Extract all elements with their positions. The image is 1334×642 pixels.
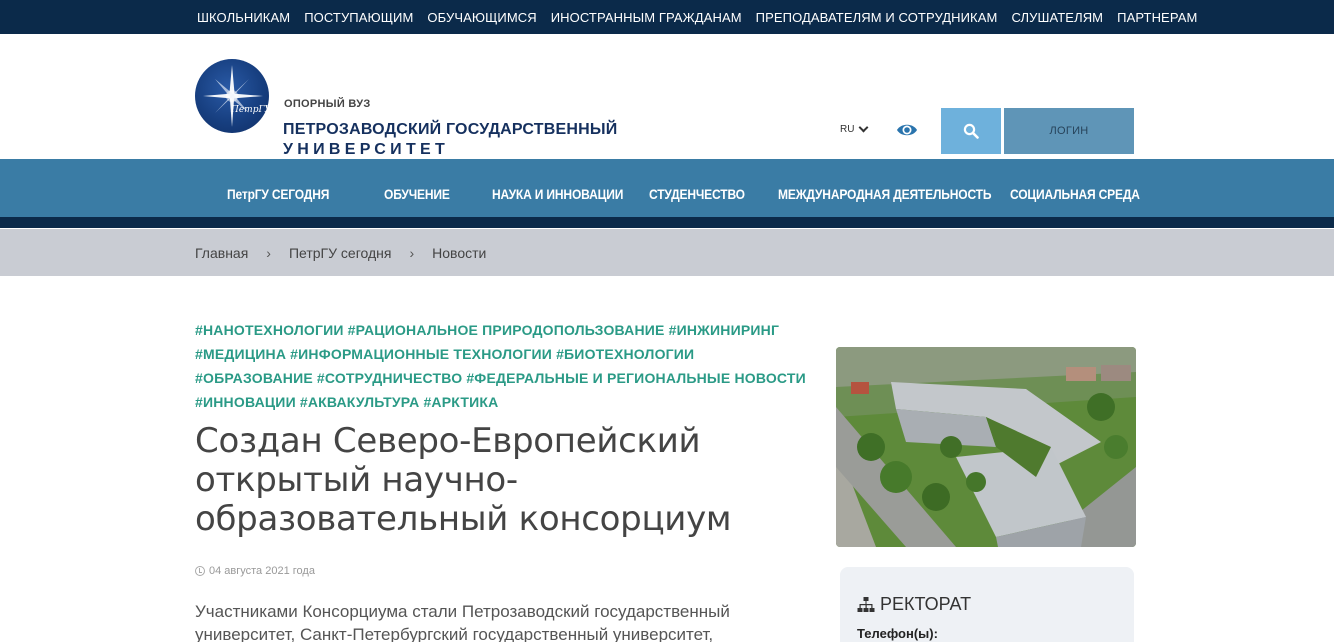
nav-item-social[interactable]: СОЦИАЛЬНАЯ СРЕДА <box>1010 159 1140 217</box>
sitemap-icon <box>857 596 875 612</box>
chevron-down-icon <box>859 122 869 133</box>
breadcrumb-petrsu-today[interactable]: ПетрГУ сегодня <box>289 245 392 261</box>
search-button[interactable] <box>941 108 1001 154</box>
rectorate-phone-label: Телефон(ы): <box>857 626 938 641</box>
university-name[interactable]: ПЕТРОЗАВОДСКИЙ ГОСУДАРСТВЕННЫЙ УНИВЕРСИТ… <box>283 120 617 160</box>
search-icon <box>963 123 979 139</box>
language-selector[interactable]: RU <box>840 122 869 135</box>
breadcrumb: Главная › ПетрГУ сегодня › Новости <box>0 229 1334 276</box>
nav-item-education[interactable]: ОБУЧЕНИЕ <box>384 159 450 217</box>
article-tags: #НАНОТЕХНОЛОГИИ #РАЦИОНАЛЬНОЕ ПРИРОДОПОЛЬ… <box>195 318 815 414</box>
tag-link[interactable]: #НАНОТЕХНОЛОГИИ <box>195 322 344 338</box>
nav-item-students[interactable]: СТУДЕНЧЕСТВО <box>649 159 745 217</box>
logo-caption: ОПОРНЫЙ ВУЗ <box>284 98 371 110</box>
breadcrumb-separator: › <box>266 244 271 261</box>
article-date: 04 августа 2021 года <box>195 565 315 577</box>
rectorate-card: РЕКТОРАТ Телефон(ы): <box>840 567 1134 642</box>
tag-link[interactable]: #РАЦИОНАЛЬНОЕ ПРИРОДОПОЛЬЗОВАНИЕ <box>348 322 665 338</box>
logo-emblem-text: ПетрГУ <box>230 105 269 115</box>
tag-link[interactable]: #АРКТИКА <box>423 394 498 410</box>
language-label: RU <box>840 124 855 135</box>
audience-link-staff[interactable]: ПРЕПОДАВАТЕЛЯМ И СОТРУДНИКАМ <box>756 10 998 25</box>
university-name-line1: ПЕТРОЗАВОДСКИЙ ГОСУДАРСТВЕННЫЙ <box>283 121 618 138</box>
tag-link[interactable]: #ИНЖИНИРИНГ <box>669 322 780 338</box>
audience-bar: ШКОЛЬНИКАМ ПОСТУПАЮЩИМ ОБУЧАЮЩИМСЯ ИНОСТ… <box>0 0 1334 34</box>
nav-item-science[interactable]: НАУКА И ИННОВАЦИИ <box>492 159 623 217</box>
tag-link[interactable]: #АКВАКУЛЬТУРА <box>300 394 420 410</box>
tag-link[interactable]: #ИННОВАЦИИ <box>195 394 296 410</box>
audience-link-foreigners[interactable]: ИНОСТРАННЫМ ГРАЖДАНАМ <box>551 10 742 25</box>
article-title: Создан Северо-Европейский открытый научн… <box>195 421 732 539</box>
audience-link-listeners[interactable]: СЛУШАТЕЛЯМ <box>1011 10 1103 25</box>
university-logo-emblem[interactable]: ПетрГУ <box>195 59 269 133</box>
rectorate-heading: РЕКТОРАТ <box>857 594 971 615</box>
clock-icon <box>195 566 205 576</box>
eye-icon[interactable] <box>896 120 918 140</box>
main-navigation: ПетрГУ СЕГОДНЯ ОБУЧЕНИЕ НАУКА И ИННОВАЦИ… <box>0 159 1334 217</box>
audience-link-partners[interactable]: ПАРТНЕРАМ <box>1117 10 1197 25</box>
rectorate-title: РЕКТОРАТ <box>880 594 972 614</box>
article-lead: Участниками Консорциума стали Петрозавод… <box>195 602 730 642</box>
login-button[interactable]: ЛОГИН <box>1004 108 1134 154</box>
audience-link-schoolchildren[interactable]: ШКОЛЬНИКАМ <box>197 10 290 25</box>
nav-item-international[interactable]: МЕЖДУНАРОДНАЯ ДЕЯТЕЛЬНОСТЬ <box>778 159 992 217</box>
audience-link-students[interactable]: ОБУЧАЮЩИМСЯ <box>427 10 536 25</box>
audience-link-applicants[interactable]: ПОСТУПАЮЩИМ <box>304 10 413 25</box>
tag-link[interactable]: #МЕДИЦИНА <box>195 346 286 362</box>
campus-aerial-photo <box>836 347 1136 547</box>
site-header: ПетрГУ ОПОРНЫЙ ВУЗ ПЕТРОЗАВОДСКИЙ ГОСУДА… <box>0 34 1334 159</box>
breadcrumb-separator: › <box>409 244 415 261</box>
breadcrumb-home[interactable]: Главная <box>195 245 248 261</box>
tag-link[interactable]: #СОТРУДНИЧЕСТВО <box>317 370 462 386</box>
nav-underline <box>0 217 1334 228</box>
tag-link[interactable]: #БИОТЕХНОЛОГИИ <box>556 346 694 362</box>
tag-link[interactable]: #ИНФОРМАЦИОННЫЕ ТЕХНОЛОГИИ <box>290 346 552 362</box>
nav-item-petrsu-today[interactable]: ПетрГУ СЕГОДНЯ <box>227 159 329 217</box>
article-date-text: 04 августа 2021 года <box>209 565 315 577</box>
tag-link[interactable]: #ОБРАЗОВАНИЕ <box>195 370 313 386</box>
audience-links: ШКОЛЬНИКАМ ПОСТУПАЮЩИМ ОБУЧАЮЩИМСЯ ИНОСТ… <box>197 0 1197 34</box>
tag-link[interactable]: #ФЕДЕРАЛЬНЫЕ И РЕГИОНАЛЬНЫЕ НОВОСТИ <box>466 370 806 386</box>
university-name-line2: УНИВЕРСИТЕТ <box>283 141 450 158</box>
breadcrumb-news[interactable]: Новости <box>432 245 486 261</box>
